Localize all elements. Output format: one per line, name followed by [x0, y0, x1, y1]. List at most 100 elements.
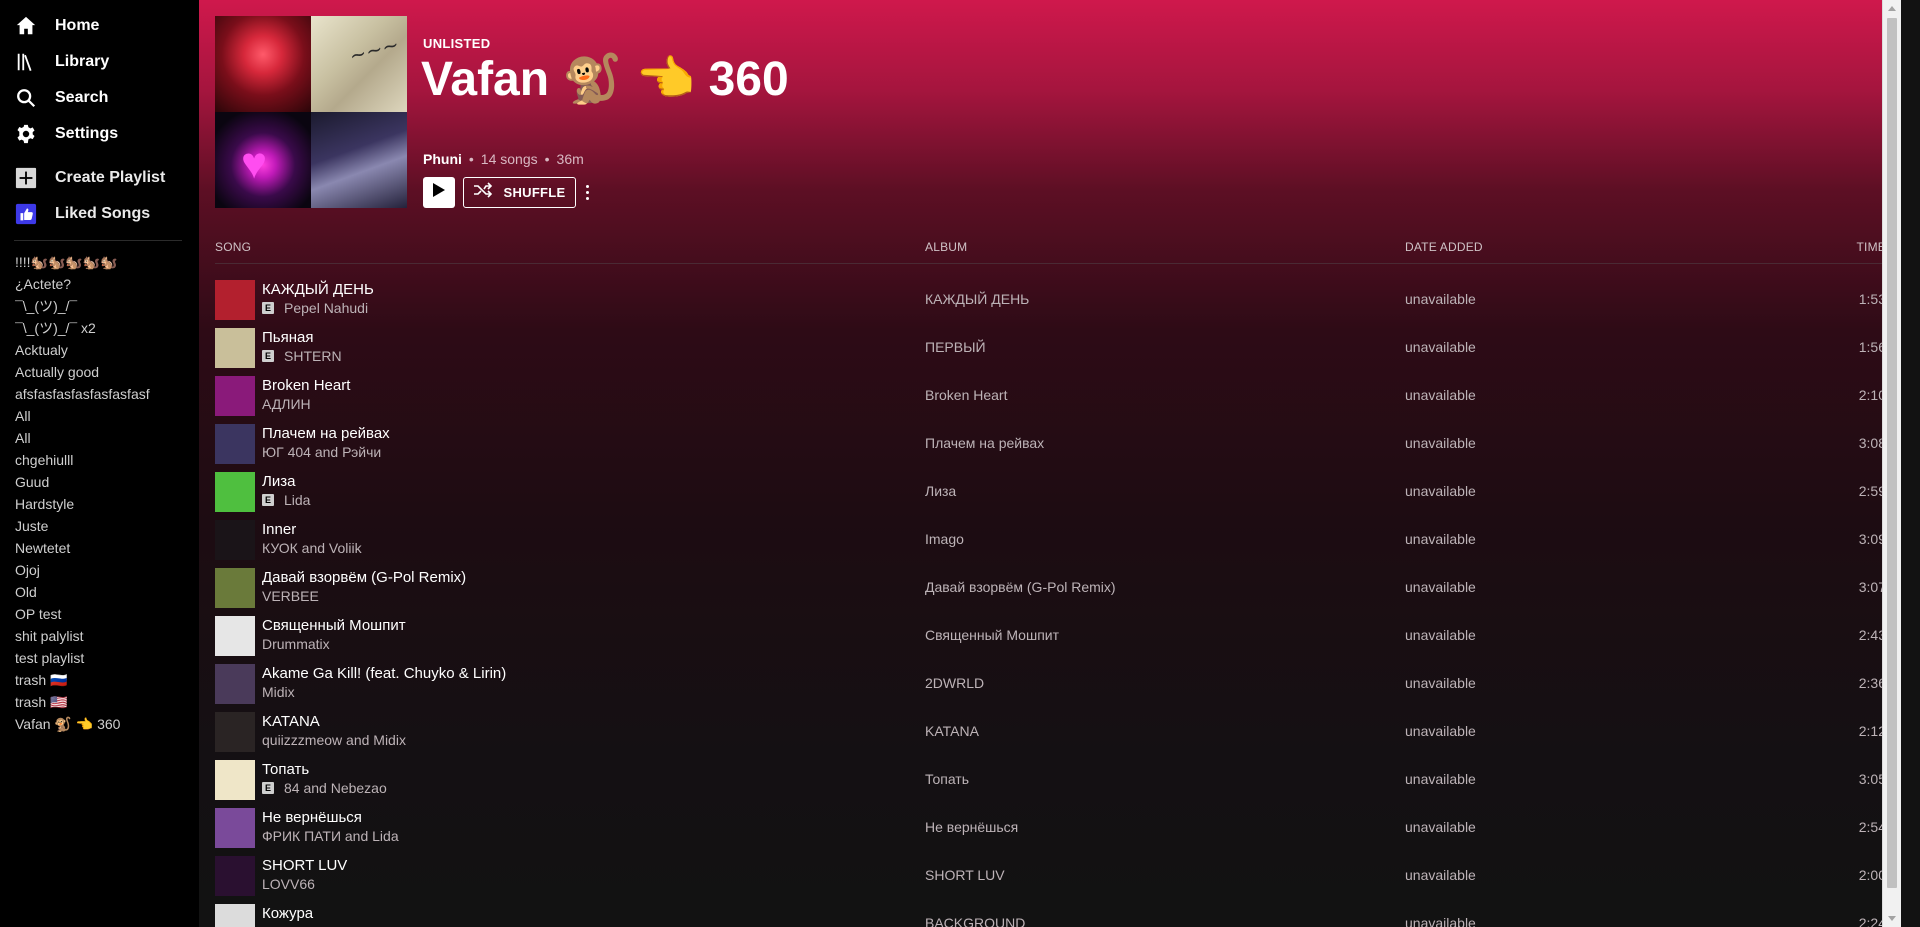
track-thumbnail: [215, 568, 255, 608]
track-row[interactable]: Давай взорвём (G-Pol Remix) VERBEE Давай в…: [215, 564, 1886, 612]
track-album[interactable]: KATANA: [925, 723, 979, 739]
track-album[interactable]: Плачем на рейвах: [925, 435, 1044, 451]
nav-library-label: Library: [55, 53, 110, 70]
track-artist[interactable]: SHTERN: [284, 348, 342, 364]
track-row[interactable]: KATANA quiizzzmeow and Midix KATANA unavail…: [215, 708, 1886, 756]
track-artist[interactable]: Lida: [284, 492, 310, 508]
sidebar-playlist-item[interactable]: All: [15, 427, 195, 449]
sidebar-playlist-item[interactable]: OP test: [15, 603, 195, 625]
sidebar-playlist-item[interactable]: afsfasfasfasfasfasfasf: [15, 383, 195, 405]
shuffle-icon: [473, 182, 493, 203]
track-date-added: unavailable: [1405, 435, 1476, 451]
column-song[interactable]: SONG: [215, 240, 251, 254]
nav-library[interactable]: Library: [14, 47, 109, 77]
track-artist[interactable]: LOVV66: [262, 876, 315, 892]
track-artist-line: E Lida: [262, 492, 310, 508]
search-icon: [14, 86, 38, 110]
playlist-meta: Phuni • 14 songs • 36m: [423, 151, 584, 167]
track-thumbnail: [215, 664, 255, 704]
liked-songs-button[interactable]: Liked Songs: [14, 199, 150, 229]
sidebar-playlist-item[interactable]: ¯\_(ツ)_/¯ x2: [15, 317, 195, 339]
track-row[interactable]: Не вернёшься ФРИК ПАТИ and Lida Не вернёшь…: [215, 804, 1886, 852]
cover-art-2: ~~~: [311, 16, 407, 112]
sidebar-playlist-item[interactable]: Newtetet: [15, 537, 195, 559]
sidebar-playlist-item[interactable]: Juste: [15, 515, 195, 537]
track-artist[interactable]: 84 and Nebezao: [284, 780, 387, 796]
track-artist[interactable]: КУОК and Voliik: [262, 540, 362, 556]
track-album[interactable]: ПЕРВЫЙ: [925, 339, 986, 355]
track-artist[interactable]: Midix: [262, 684, 295, 700]
sidebar-playlist-item[interactable]: ¯\_(ツ)_/¯: [15, 295, 195, 317]
sidebar-playlist-item[interactable]: shit palylist: [15, 625, 195, 647]
column-album[interactable]: ALBUM: [925, 240, 967, 254]
column-date-added[interactable]: DATE ADDED: [1405, 240, 1483, 254]
track-artist[interactable]: ЮГ 404 and Рэйчи: [262, 444, 381, 460]
track-album[interactable]: Священный Мошпит: [925, 627, 1059, 643]
sidebar-playlist-item[interactable]: All: [15, 405, 195, 427]
track-artist[interactable]: АДЛИН: [262, 396, 311, 412]
track-artist[interactable]: Pepel Nahudi: [284, 300, 368, 316]
scroll-up-arrow[interactable]: [1888, 6, 1896, 11]
sidebar-playlist-item[interactable]: Hardstyle: [15, 493, 195, 515]
track-album[interactable]: BACKGROUND: [925, 915, 1025, 927]
track-album[interactable]: Топать: [925, 771, 969, 787]
track-row[interactable]: Священный Мошпит Drummatix Священный Мошпи…: [215, 612, 1886, 660]
sidebar-playlist-item[interactable]: chgehiulll: [15, 449, 195, 471]
nav-settings[interactable]: Settings: [14, 119, 118, 149]
track-row[interactable]: КАЖДЫЙ ДЕНЬ E Pepel Nahudi КАЖДЫЙ ДЕНЬ unava…: [215, 276, 1886, 324]
track-row[interactable]: Broken Heart АДЛИН Broken Heart unavailable…: [215, 372, 1886, 420]
track-date-added: unavailable: [1405, 339, 1476, 355]
track-album[interactable]: КАЖДЫЙ ДЕНЬ: [925, 291, 1029, 307]
shuffle-button[interactable]: SHUFFLE: [463, 177, 576, 208]
scroll-down-arrow[interactable]: [1888, 916, 1896, 921]
sidebar-playlist-item[interactable]: test playlist: [15, 647, 195, 669]
playlist-owner[interactable]: Phuni: [423, 151, 462, 167]
track-artist[interactable]: ФРИК ПАТИ and Lida: [262, 828, 399, 844]
sidebar-playlist-item[interactable]: Guud: [15, 471, 195, 493]
track-album[interactable]: Не вернёшься: [925, 819, 1018, 835]
track-title: Inner: [262, 521, 297, 538]
cover-art-3: ♥: [215, 112, 311, 208]
track-thumbnail: [215, 712, 255, 752]
sidebar-playlist-item[interactable]: ¿Actete?: [15, 273, 195, 295]
track-row[interactable]: Лиза E Lida Лиза unavailable 2:59: [215, 468, 1886, 516]
sidebar-playlist-item[interactable]: !!!!🐿️🐿️🐿️🐿️🐿️: [15, 251, 195, 273]
track-row[interactable]: Плачем на рейвах ЮГ 404 and Рэйчи Плачем н…: [215, 420, 1886, 468]
sidebar-playlist-item[interactable]: Old: [15, 581, 195, 603]
track-artist[interactable]: Drummatix: [262, 636, 330, 652]
scrollbar-thumb[interactable]: [1887, 18, 1897, 888]
track-row[interactable]: SHORT LUV LOVV66 SHORT LUV unavailable 2:00: [215, 852, 1886, 900]
track-thumbnail: [215, 472, 255, 512]
sidebar-playlist-item[interactable]: Acktualy: [15, 339, 195, 361]
track-row[interactable]: Akame Ga Kill! (feat. Chuyko & Lirin) Mid…: [215, 660, 1886, 708]
sidebar-playlist-item[interactable]: Actually good: [15, 361, 195, 383]
dot: [585, 196, 589, 200]
track-thumbnail: [215, 760, 255, 800]
track-artist[interactable]: quiizzzmeow and Midix: [262, 732, 406, 748]
track-row[interactable]: Топать E 84 and Nebezao Топать unavailable 3:…: [215, 756, 1886, 804]
vertical-scrollbar[interactable]: [1882, 0, 1901, 927]
sidebar-playlist-item[interactable]: trash 🇺🇸: [15, 691, 195, 713]
track-row[interactable]: Пьяная E SHTERN ПЕРВЫЙ unavailable 1:56: [215, 324, 1886, 372]
track-title: Священный Мошпит: [262, 617, 406, 634]
track-album[interactable]: Broken Heart: [925, 387, 1007, 403]
track-album[interactable]: Давай взорвём (G-Pol Remix): [925, 579, 1116, 595]
play-button[interactable]: [423, 177, 455, 208]
sidebar-playlist-item[interactable]: Vafan 🐒 👈 360: [15, 713, 195, 735]
sidebar-playlist-item[interactable]: trash 🇷🇺: [15, 669, 195, 691]
track-album[interactable]: Лиза: [925, 483, 956, 499]
track-date-added: unavailable: [1405, 579, 1476, 595]
track-title: КАЖДЫЙ ДЕНЬ: [262, 281, 374, 298]
create-playlist-button[interactable]: Create Playlist: [14, 163, 165, 193]
sidebar-playlist-item[interactable]: Ojoj: [15, 559, 195, 581]
track-row[interactable]: Inner КУОК and Voliik Imago unavailable 3:09: [215, 516, 1886, 564]
playlist-title: Vafan 🐒 👈 360: [421, 53, 789, 106]
track-artist[interactable]: VERBEE: [262, 588, 319, 604]
track-album[interactable]: Imago: [925, 531, 964, 547]
track-album[interactable]: SHORT LUV: [925, 867, 1005, 883]
more-options-button[interactable]: [581, 180, 593, 204]
track-row[interactable]: Кожура BACKGROUND unavailable 2:24: [215, 900, 1886, 927]
nav-search[interactable]: Search: [14, 83, 108, 113]
nav-home[interactable]: Home: [14, 11, 99, 41]
track-album[interactable]: 2DWRLD: [925, 675, 984, 691]
